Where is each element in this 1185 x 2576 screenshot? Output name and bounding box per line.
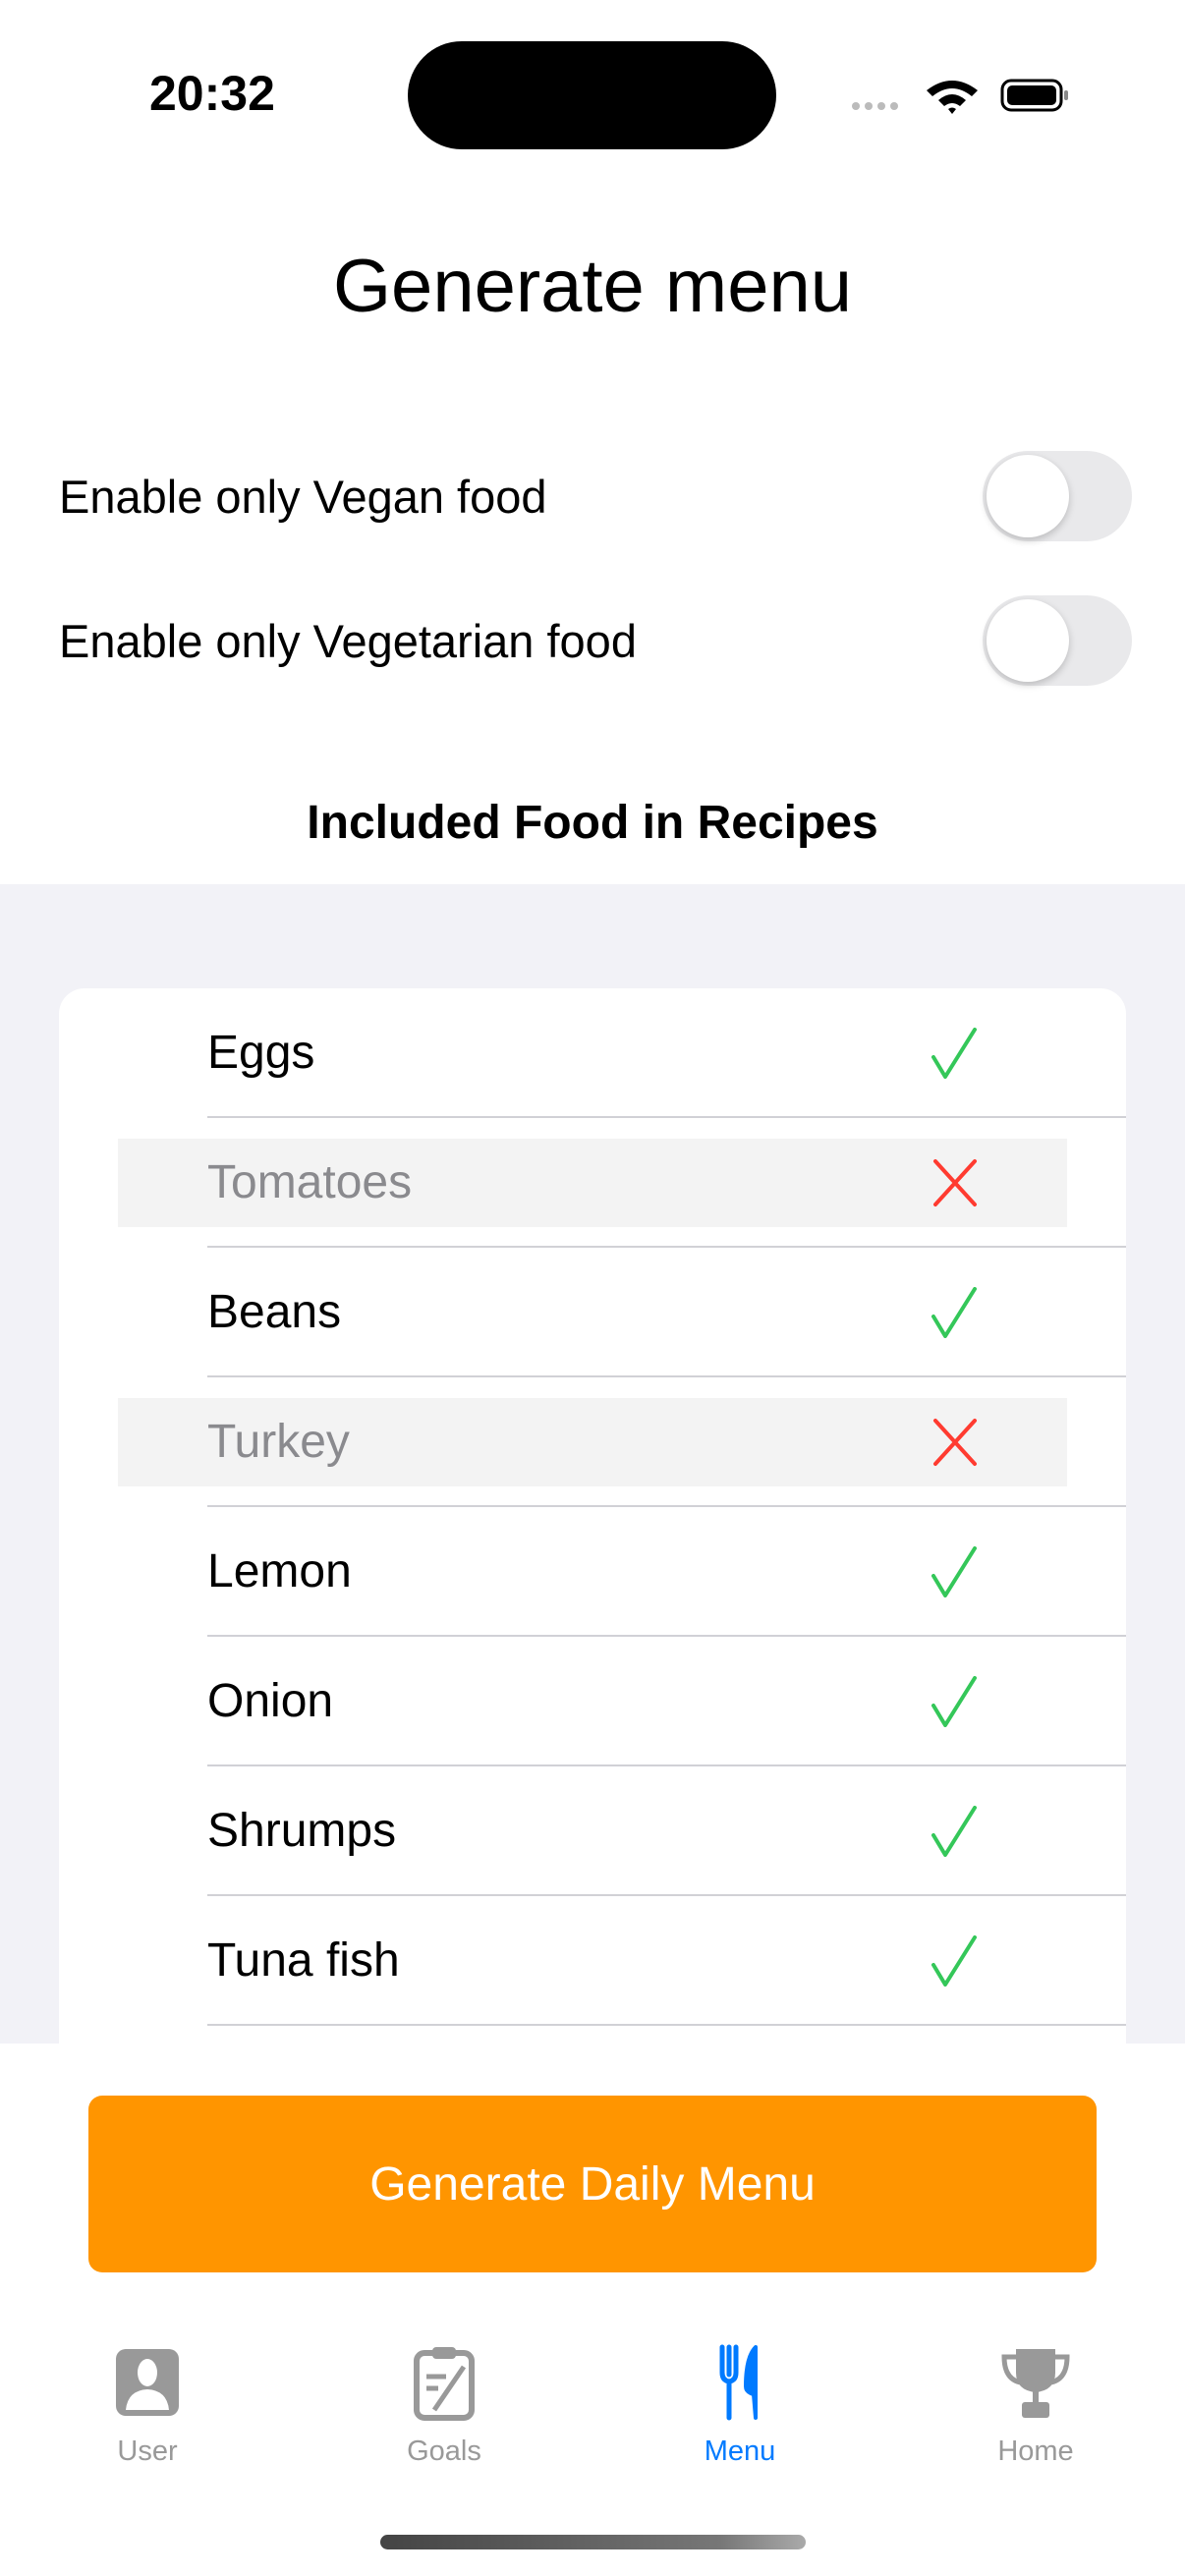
checkmark-icon [931,1806,977,1857]
section-title: Included Food in Recipes [307,797,878,849]
food-name: Shrumps [207,1805,397,1857]
food-row[interactable]: Turkey [59,1377,1126,1507]
vegan-toggle[interactable] [983,451,1132,541]
xmark-icon [933,1419,977,1466]
vegan-toggle-label: Enable only Vegan food [59,470,547,523]
food-row[interactable]: Beans [59,1248,1126,1377]
food-row[interactable]: Onion [59,1637,1126,1766]
tab-user-label: User [117,2436,178,2467]
tab-goals[interactable]: Goals [346,2343,542,2468]
signal-wifi-battery-icon [852,79,1068,114]
checkmark-icon [931,1028,977,1079]
status-icons [850,77,1081,116]
food-name: Onion [207,1675,334,1727]
clipboard-icon [414,2347,475,2421]
checkmark-icon [931,1287,977,1338]
tab-user[interactable]: User [49,2343,246,2468]
tab-goals-label: Goals [407,2436,481,2467]
row-divider [207,2024,1126,2026]
food-name: Beans [207,1286,342,1338]
page-title: Generate menu [332,245,853,328]
vegetarian-toggle-row: Enable only Vegetarian food [59,595,1132,686]
food-row[interactable]: Lemon [59,1507,1126,1637]
checkmark-icon [931,1676,977,1727]
food-row[interactable]: Tomatoes [59,1118,1126,1248]
vegan-toggle-row: Enable only Vegan food [59,451,1132,541]
food-name: Eggs [207,1027,315,1079]
person-icon [116,2349,179,2416]
tab-menu[interactable]: Menu [642,2343,838,2468]
trophy-icon [1001,2349,1070,2418]
dynamic-island [408,41,776,149]
vegetarian-toggle-label: Enable only Vegetarian food [59,614,637,667]
food-row[interactable]: Eggs [59,988,1126,1118]
xmark-icon [933,1159,977,1206]
generate-daily-menu-button[interactable]: Generate Daily Menu [88,2096,1097,2272]
checkmark-icon [931,1546,977,1597]
food-list: Eggs Tomatoes Beans Turkey Lemon Onion Shrumps… [59,988,1126,2044]
food-name: Tomatoes [207,1156,413,1208]
status-time: 20:32 [149,66,275,121]
food-row[interactable]: Tuna fish [59,1896,1126,2026]
checkmark-icon [931,1935,977,1987]
home-indicator [380,2535,806,2549]
fork-knife-icon [719,2344,758,2421]
food-name: Turkey [207,1416,350,1468]
tab-home[interactable]: Home [937,2343,1134,2468]
food-name: Tuna fish [207,1934,400,1987]
tab-home-label: Home [997,2436,1074,2467]
food-name: Lemon [207,1545,352,1597]
tab-menu-label: Menu [704,2436,776,2467]
vegetarian-toggle[interactable] [983,595,1132,686]
food-row[interactable]: Shrumps [59,1766,1126,1896]
food-list-container[interactable]: Eggs Tomatoes Beans Turkey Lemon Onion Shrumps… [0,884,1185,2044]
